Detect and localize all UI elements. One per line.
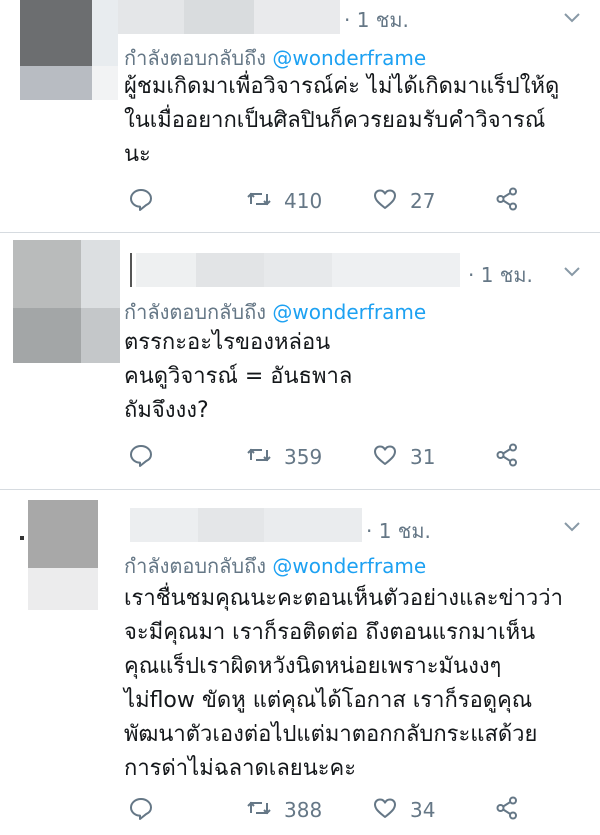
- like-button[interactable]: 31: [372, 442, 435, 472]
- tweet-text-line: ผู้ชมเกิดมาเพื่อวิจารณ์ค่ะ ไม่ได้เกิดมาแ…: [124, 74, 560, 99]
- share-button[interactable]: [494, 795, 520, 825]
- like-count: 34: [410, 798, 436, 822]
- tweet-text-line: การด่าไม่ฉลาดเลยนะคะ: [124, 756, 357, 781]
- reply-handle-link[interactable]: @wonderframe: [272, 300, 426, 324]
- tweet-text-line: พัฒนาตัวเองต่อไปแต่มาตอกกลับกระแสด้วย: [124, 722, 538, 747]
- share-button[interactable]: [494, 186, 520, 216]
- tweet-actions: 388 34: [128, 795, 528, 825]
- like-count: 31: [410, 445, 436, 469]
- tweet-text: เราชื่นชมคุณนะคะตอนเห็นตัวอย่างและข่าวว่…: [124, 582, 563, 786]
- reply-prefix: กำลังตอบกลับถึง: [124, 554, 266, 578]
- tweet-text-line: เราชื่นชมคุณนะคะตอนเห็นตัวอย่างและข่าวว่…: [124, 586, 563, 611]
- reply-button[interactable]: [128, 795, 154, 825]
- reply-icon: [128, 186, 154, 216]
- share-icon: [494, 442, 520, 472]
- like-button[interactable]: 27: [372, 186, 435, 216]
- tweet-2[interactable]: · 1 ชม. กำลังตอบกลับถึง @wonderframe ตรร…: [0, 233, 600, 488]
- blurred-user-name[interactable]: [118, 0, 340, 34]
- share-button[interactable]: [494, 442, 520, 472]
- blurred-user-name[interactable]: [130, 253, 460, 287]
- tweet-1[interactable]: · 1 ชม. กำลังตอบกลับถึง @wonderframe ผู้…: [0, 0, 600, 231]
- retweet-icon: [246, 442, 272, 472]
- retweet-count: 410: [284, 189, 323, 213]
- tweet-text-line: ไม่flow ขัดหู แต่คุณได้โอกาส เราก็รอดูคุ…: [124, 688, 533, 713]
- reply-prefix: กำลังตอบกลับถึง: [124, 300, 266, 324]
- chevron-down-icon[interactable]: [562, 261, 582, 281]
- reply-handle-link[interactable]: @wonderframe: [272, 554, 426, 578]
- chevron-down-icon[interactable]: [562, 516, 582, 536]
- retweet-count: 388: [284, 798, 323, 822]
- tweet-time: · 1 ชม.: [344, 8, 409, 32]
- reply-context: กำลังตอบกลับถึง @wonderframe: [124, 550, 426, 582]
- blurred-user-name[interactable]: [130, 508, 362, 542]
- tweet-text-line: นะ: [124, 142, 151, 167]
- reply-handle-link[interactable]: @wonderframe: [272, 46, 426, 70]
- tweet-text: ผู้ชมเกิดมาเพื่อวิจารณ์ค่ะ ไม่ได้เกิดมาแ…: [124, 70, 559, 172]
- tweet-time: · 1 ชม.: [468, 263, 533, 287]
- like-count: 27: [410, 189, 436, 213]
- tweet-text-line: ถัมจึงงง?: [124, 398, 209, 423]
- retweet-icon: [246, 186, 272, 216]
- heart-icon: [372, 442, 398, 472]
- retweet-button[interactable]: 410: [246, 186, 322, 216]
- share-icon: [494, 795, 520, 825]
- tweet-actions: 410 27: [128, 186, 528, 216]
- reply-button[interactable]: [128, 442, 154, 472]
- chevron-down-icon[interactable]: [562, 7, 582, 27]
- heart-icon: [372, 795, 398, 825]
- avatar[interactable]: [28, 500, 98, 610]
- tweet-actions: 359 31: [128, 442, 528, 472]
- retweet-icon: [246, 795, 272, 825]
- heart-icon: [372, 186, 398, 216]
- tweet-text-line: ตรรกะอะไรของหล่อน: [124, 330, 331, 355]
- reply-button[interactable]: [128, 186, 154, 216]
- reply-context: กำลังตอบกลับถึง @wonderframe: [124, 296, 426, 328]
- share-icon: [494, 186, 520, 216]
- tweet-3[interactable]: · 1 ชม. กำลังตอบกลับถึง @wonderframe เรา…: [0, 490, 600, 835]
- retweet-count: 359: [284, 445, 323, 469]
- reply-icon: [128, 442, 154, 472]
- tweet-text-line: ในเมื่ออยากเป็นศิลปินก็ควรยอมรับคำวิจารณ…: [124, 108, 546, 133]
- tweet-text-line: คนดูวิจารณ์ = อันธพาล: [124, 364, 353, 389]
- retweet-button[interactable]: 359: [246, 442, 322, 472]
- tweet-text-line: จะมีคุณมา เราก็รอติดต่อ ถึงตอนแรกมาเห็น: [124, 620, 536, 645]
- like-button[interactable]: 34: [372, 795, 435, 825]
- avatar[interactable]: [13, 240, 120, 363]
- reply-prefix: กำลังตอบกลับถึง: [124, 46, 266, 70]
- avatar[interactable]: [20, 0, 118, 100]
- avatar-mark: [20, 536, 24, 540]
- tweet-text-line: คุณแร็ปเราผิดหวังนิดหน่อยเพราะมันงงๆ: [124, 654, 502, 679]
- tweet-time: · 1 ชม.: [366, 519, 431, 543]
- tweet-text: ตรรกะอะไรของหล่อน คนดูวิจารณ์ = อันธพาล …: [124, 326, 352, 428]
- reply-icon: [128, 795, 154, 825]
- retweet-button[interactable]: 388: [246, 795, 322, 825]
